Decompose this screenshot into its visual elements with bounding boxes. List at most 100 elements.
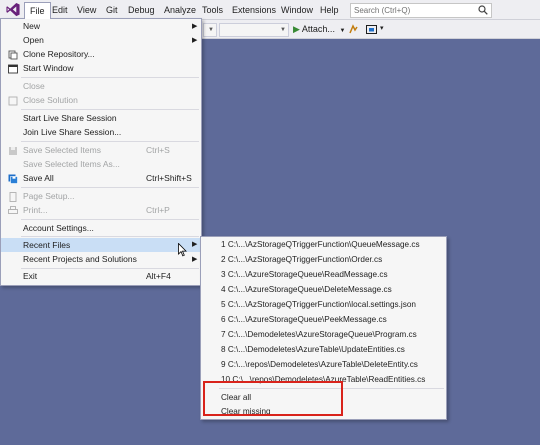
- page-setup-icon: [9, 192, 17, 202]
- menu-item-label: Recent Projects and Solutions: [23, 254, 137, 264]
- menu-item-label: Save Selected Items As...: [23, 159, 120, 169]
- toolbar-overflow-icon[interactable]: ▾: [380, 24, 384, 32]
- recent-file-label: 2 C:\...\AzStorageQTriggerFunction\Order…: [221, 255, 383, 264]
- menu-item-label: New: [23, 21, 41, 31]
- menu-item-label: Join Live Share Session...: [23, 127, 122, 137]
- file-menu-save-all[interactable]: Save All Ctrl+Shift+S: [1, 172, 201, 185]
- search-placeholder: Search (Ctrl+Q): [354, 6, 411, 15]
- menu-item-label: Clone Repository...: [23, 49, 95, 59]
- file-menu-close-solution[interactable]: Close Solution: [1, 94, 201, 107]
- recent-file-label: 7 C:\...\Demodeletes\AzureStorageQueue\P…: [221, 330, 417, 339]
- menu-item-label: Close Solution: [23, 95, 78, 105]
- file-menu-page-setup[interactable]: Page Setup...: [1, 190, 201, 203]
- menu-bar: File Edit View Git Debug Analyze Tools E…: [0, 0, 540, 20]
- file-menu-start-live-share[interactable]: Start Live Share Session: [1, 112, 201, 125]
- menu-item-shortcut: Ctrl+Shift+S: [146, 173, 192, 183]
- start-window-icon: [8, 64, 18, 74]
- mouse-cursor-icon: [178, 243, 187, 257]
- file-menu-save-selected-as[interactable]: Save Selected Items As...: [1, 158, 201, 171]
- menu-separator: [21, 187, 199, 188]
- close-solution-icon: [8, 96, 18, 106]
- submenu-arrow-icon: ▶: [192, 37, 198, 44]
- recent-file-label: 1 C:\...\AzStorageQTriggerFunction\Queue…: [221, 240, 420, 249]
- menu-item-label: Recent Files: [23, 240, 71, 250]
- attach-label: Attach...: [301, 24, 335, 34]
- file-menu-recent-projects[interactable]: Recent Projects and Solutions ▶: [1, 253, 201, 266]
- menu-separator: [21, 109, 199, 110]
- menu-item-shortcut: Ctrl+S: [146, 145, 170, 155]
- menu-item-label: Page Setup...: [23, 191, 75, 201]
- menu-item-shortcut: Alt+F4: [146, 271, 171, 281]
- file-menu-save-selected[interactable]: Save Selected Items Ctrl+S: [1, 144, 201, 157]
- menu-extensions[interactable]: Extensions: [227, 3, 281, 17]
- menu-item-shortcut: Ctrl+P: [146, 205, 170, 215]
- file-menu-print[interactable]: Print... Ctrl+P: [1, 204, 201, 217]
- menu-tools[interactable]: Tools: [197, 3, 228, 17]
- menu-separator: [21, 219, 199, 220]
- recent-file-item[interactable]: 7 C:\...\Demodeletes\AzureStorageQueue\P…: [201, 328, 446, 341]
- attach-button[interactable]: ▶ Attach... ▼: [293, 23, 345, 35]
- file-menu-exit[interactable]: Exit Alt+F4: [1, 270, 201, 283]
- recent-file-item[interactable]: 8 C:\...\Demodeletes\AzureTable\UpdateEn…: [201, 343, 446, 356]
- menu-item-label: Start Window: [23, 63, 74, 73]
- menu-item-label: Account Settings...: [23, 223, 94, 233]
- menu-debug[interactable]: Debug: [123, 3, 160, 17]
- recent-file-item[interactable]: 1 C:\...\AzStorageQTriggerFunction\Queue…: [201, 238, 446, 251]
- menu-separator: [21, 141, 199, 142]
- recent-file-label: 8 C:\...\Demodeletes\AzureTable\UpdateEn…: [221, 345, 405, 354]
- recent-file-label: 3 C:\...\AzureStorageQueue\ReadMessage.c…: [221, 270, 388, 279]
- file-menu-start-window[interactable]: Start Window: [1, 62, 201, 75]
- file-menu-recent-files[interactable]: Recent Files ▶: [1, 238, 201, 252]
- print-icon: [8, 206, 18, 214]
- menu-item-label: Open: [23, 35, 44, 45]
- chevron-down-icon: ▼: [339, 28, 346, 34]
- search-icon: [478, 5, 488, 15]
- menu-view[interactable]: View: [72, 3, 101, 17]
- menu-item-label: Exit: [23, 271, 38, 281]
- hot-reload-icon[interactable]: [348, 24, 359, 35]
- recent-file-item[interactable]: 3 C:\...\AzureStorageQueue\ReadMessage.c…: [201, 268, 446, 281]
- file-menu-join-live-share[interactable]: Join Live Share Session...: [1, 126, 201, 139]
- menu-item-label: Close: [23, 81, 45, 91]
- recent-file-item[interactable]: 5 C:\...\AzStorageQTriggerFunction\local…: [201, 298, 446, 311]
- menu-separator: [21, 236, 199, 237]
- file-menu-account-settings[interactable]: Account Settings...: [1, 222, 201, 235]
- menu-help[interactable]: Help: [315, 3, 344, 17]
- recent-file-label: 4 C:\...\AzureStorageQueue\DeleteMessage…: [221, 285, 392, 294]
- menu-item-label: Print...: [23, 205, 48, 215]
- chevron-down-icon: ▼: [280, 27, 286, 33]
- menu-item-label: Start Live Share Session: [23, 113, 117, 123]
- submenu-arrow-icon: ▶: [192, 241, 198, 248]
- menu-separator: [21, 77, 199, 78]
- search-input[interactable]: Search (Ctrl+Q): [350, 3, 492, 18]
- file-menu-clone-repository[interactable]: Clone Repository...: [1, 48, 201, 61]
- menu-separator: [21, 268, 199, 269]
- menu-file[interactable]: File: [24, 2, 51, 19]
- file-menu-close[interactable]: Close: [1, 80, 201, 93]
- menu-item-label: Save Selected Items: [23, 145, 101, 155]
- recent-file-item[interactable]: 2 C:\...\AzStorageQTriggerFunction\Order…: [201, 253, 446, 266]
- chevron-down-icon: ▼: [208, 27, 214, 33]
- save-icon: [9, 147, 17, 155]
- visual-studio-logo-icon[interactable]: [5, 2, 21, 17]
- recent-file-label: 5 C:\...\AzStorageQTriggerFunction\local…: [221, 300, 416, 309]
- file-menu-new[interactable]: New ▶: [1, 20, 201, 33]
- menu-git[interactable]: Git: [101, 3, 123, 17]
- toolbar-dropdown-arrow[interactable]: ▼: [203, 23, 217, 37]
- recent-file-item[interactable]: 6 C:\...\AzureStorageQueue\PeekMessage.c…: [201, 313, 446, 326]
- menu-edit[interactable]: Edit: [47, 3, 73, 17]
- submenu-arrow-icon: ▶: [192, 23, 198, 30]
- screenshot-icon[interactable]: [366, 24, 377, 35]
- save-all-icon: [8, 174, 18, 184]
- annotation-highlight-box: [203, 381, 343, 416]
- clone-repo-icon: [8, 50, 18, 60]
- recent-file-item[interactable]: 9 C:\...\repos\Demodeletes\AzureTable\De…: [201, 358, 446, 371]
- platform-combo[interactable]: ▼: [219, 23, 289, 37]
- recent-file-item[interactable]: 4 C:\...\AzureStorageQueue\DeleteMessage…: [201, 283, 446, 296]
- menu-item-label: Save All: [23, 173, 54, 183]
- recent-file-label: 6 C:\...\AzureStorageQueue\PeekMessage.c…: [221, 315, 387, 324]
- menu-analyze[interactable]: Analyze: [159, 3, 201, 17]
- file-menu-dropdown: New ▶ Open ▶ Clone Repository... Start W…: [0, 18, 202, 286]
- menu-window[interactable]: Window: [276, 3, 318, 17]
- file-menu-open[interactable]: Open ▶: [1, 34, 201, 47]
